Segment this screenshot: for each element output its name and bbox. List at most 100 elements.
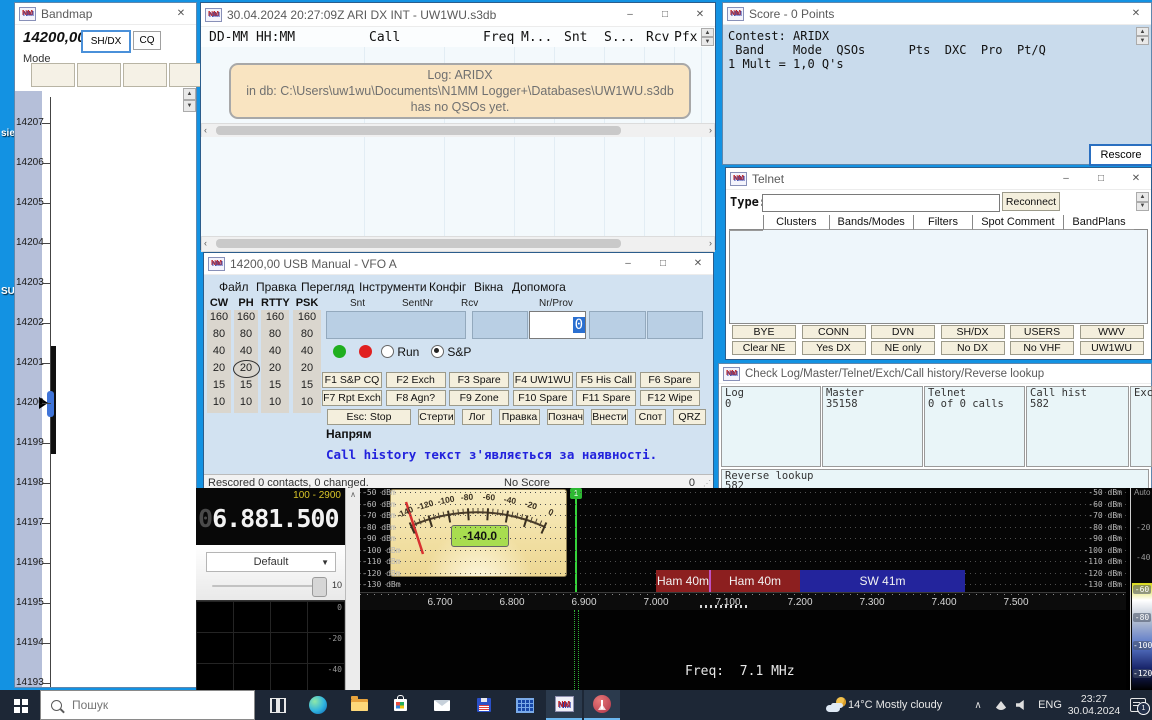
search-input[interactable] [70,697,224,713]
fkey-button[interactable]: F7 Rpt Exch [322,390,382,406]
band-button[interactable]: 15 [261,379,289,391]
action-button[interactable]: Правка [499,409,540,425]
telnet-button[interactable]: WWV [1080,325,1144,339]
edge-browser-icon[interactable] [300,690,336,720]
band-button[interactable]: 20 [207,362,231,374]
sentnr-input[interactable]: 0 [529,311,586,339]
weather-icon[interactable] [824,690,848,720]
freq-digits[interactable]: 6.881.500 [212,504,338,533]
close-icon[interactable]: ✕ [685,3,715,26]
fkey-button[interactable]: F1 S&P CQ [322,372,382,388]
band-button[interactable]: 160 [261,311,289,323]
scrollbar-thumb[interactable] [216,239,621,248]
bandmap-mode-box[interactable] [77,63,121,87]
telnet-button[interactable]: DVN [871,325,935,339]
telnet-tab[interactable]: Filters [913,215,972,230]
band-button[interactable]: 80 [261,328,289,340]
spin-up-icon[interactable]: ▲ [701,28,714,37]
waterfall-color-scale[interactable]: -60-80-100-120 [1132,583,1152,690]
fkey-button[interactable]: F9 Zone [449,390,509,406]
menu-item[interactable]: Конфіг [429,280,466,294]
scrollbar-thumb[interactable] [216,126,621,135]
action-button[interactable]: Внести [591,409,628,425]
log-column-header[interactable]: S... [604,30,635,45]
telnet-button[interactable]: Yes DX [802,341,866,355]
bandmap-current-marker[interactable] [47,391,54,417]
maximize-icon[interactable]: □ [650,3,680,26]
telnet-tab-blank[interactable] [729,215,763,231]
menu-item[interactable]: Файл [219,280,249,294]
close-icon[interactable]: ✕ [166,3,196,24]
tuning-marker-line[interactable] [575,490,577,592]
spin-down-icon[interactable]: ▼ [1136,36,1149,45]
cq-button[interactable]: CQ [133,31,161,50]
reconnect-button[interactable]: Reconnect [1002,192,1060,211]
telnet-button[interactable]: No DX [941,341,1005,355]
tuning-marker-flag[interactable]: 1 [570,488,582,499]
menu-item[interactable]: Перегляд [301,280,354,294]
menu-item[interactable]: Інструменти [359,280,427,294]
gain-slider-track[interactable] [212,585,324,587]
log-hscrollbar-2[interactable]: ‹ › [201,236,715,252]
telnet-button[interactable]: No VHF [1010,341,1074,355]
speaker-icon[interactable] [1012,690,1030,720]
spin-up-icon[interactable]: ▲ [183,88,196,100]
log-column-header[interactable]: Rcv [646,30,669,45]
menu-item[interactable]: Допомога [512,280,566,294]
tray-chevron-icon[interactable]: ∧ [970,690,986,720]
band-button[interactable]: 80 [234,328,258,340]
profile-select[interactable]: Default ▼ [206,552,336,572]
run-radio[interactable]: Run [381,345,419,359]
log-column-header[interactable]: Pfx [674,30,697,45]
band-button[interactable]: 20 [261,362,289,374]
file-explorer-icon[interactable] [341,690,377,720]
telnet-titlebar[interactable]: NM Telnet – □ ✕ [726,168,1151,190]
notification-center-button[interactable]: 1 [1124,690,1152,720]
callsign-input[interactable] [326,311,466,339]
minimize-icon[interactable]: – [1051,168,1081,189]
snt-input[interactable] [472,311,528,339]
start-button[interactable] [0,690,40,720]
mail-icon[interactable] [424,690,460,720]
fkey-button[interactable]: F3 Spare [449,372,509,388]
telnet-button[interactable]: SH/DX [941,325,1005,339]
gain-slider-thumb[interactable] [312,577,327,597]
radio-icon[interactable] [381,345,394,358]
taskbar-search[interactable] [40,690,255,720]
band-button[interactable]: 10 [293,396,321,408]
score-titlebar[interactable]: NM Score - 0 Points ✕ [723,3,1151,25]
score-spinner[interactable]: ▲ ▼ [1136,27,1149,45]
band-button[interactable]: 160 [234,311,258,323]
band-button[interactable]: 160 [293,311,321,323]
shdx-button[interactable]: SH/DX [81,30,131,53]
band-button[interactable]: 10 [261,396,289,408]
action-button[interactable]: Esc: Stop [327,409,411,425]
telnet-button[interactable]: USERS [1010,325,1074,339]
fkey-button[interactable]: F8 Agn? [386,390,446,406]
entry-titlebar[interactable]: NM 14200,00 USB Manual - VFO A – □ ✕ [204,253,713,275]
log-column-header[interactable]: Call [369,30,400,45]
band-button[interactable]: 10 [234,396,258,408]
close-icon[interactable]: ✕ [1121,3,1151,24]
telnet-tab[interactable]: Clusters [763,215,829,230]
spin-down-icon[interactable]: ▼ [183,100,196,112]
chevron-up-icon[interactable]: ∧ [346,490,360,499]
fkey-button[interactable]: F10 Spare [513,390,573,406]
band-button[interactable]: 40 [293,345,321,357]
action-button[interactable]: Лог [462,409,492,425]
band-button[interactable]: 15 [207,379,231,391]
floppy-save-app-icon[interactable] [466,690,502,720]
telnet-button[interactable]: NE only [871,341,935,355]
action-button[interactable]: Познач [547,409,584,425]
microsoft-store-icon[interactable] [382,690,418,720]
maximize-icon[interactable]: □ [1086,168,1116,189]
clock[interactable]: 23:27 30.04.2024 [1068,690,1120,720]
telnet-spinner[interactable]: ▲ ▼ [1136,192,1149,211]
sp-radio[interactable]: S&P [431,345,471,359]
band-button[interactable]: 15 [234,379,258,391]
wifi-icon[interactable] [992,690,1010,720]
bandmap-mode-box[interactable] [123,63,167,87]
n1mm-taskbar-icon[interactable]: NM [546,690,582,720]
fkey-button[interactable]: F11 Spare [576,390,636,406]
band-button[interactable]: 80 [207,328,231,340]
